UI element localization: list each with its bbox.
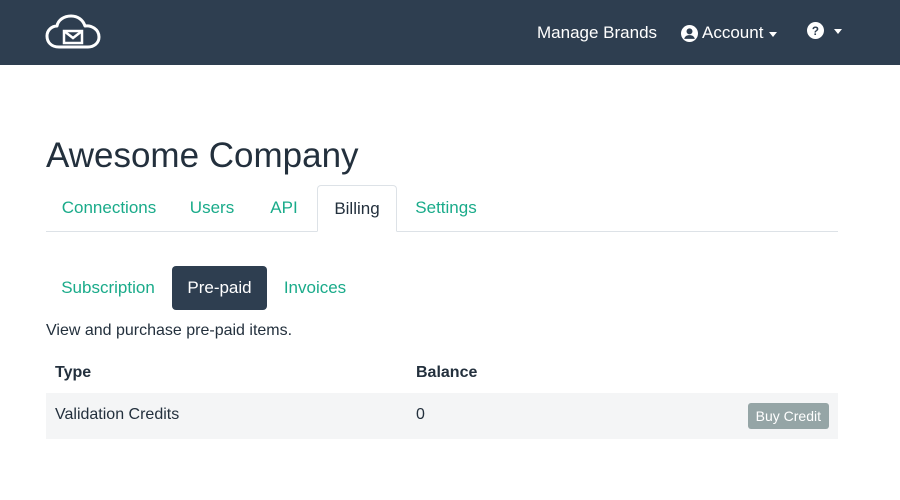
prepaid-description: View and purchase pre-paid items. bbox=[46, 322, 293, 339]
user-circle-icon bbox=[681, 24, 698, 42]
subtab-pre-paid[interactable]: Pre-paid bbox=[172, 266, 267, 310]
cloud-mail-icon[interactable] bbox=[45, 14, 101, 50]
tab-api[interactable]: API bbox=[252, 185, 316, 231]
chevron-down-icon bbox=[769, 31, 778, 37]
table-row: Validation Credits 0 Buy Credit bbox=[46, 393, 838, 439]
manage-brands-label: Manage Brands bbox=[537, 23, 658, 42]
subtab-invoices[interactable]: Invoices bbox=[270, 266, 360, 310]
buy-credit-button[interactable]: Buy Credit bbox=[747, 403, 829, 429]
question-circle-icon: ? bbox=[807, 22, 824, 39]
subtab-subscription[interactable]: Subscription bbox=[46, 266, 170, 310]
row-balance: 0 bbox=[416, 406, 425, 423]
column-header-type: Type bbox=[55, 364, 92, 381]
page-title: Awesome Company bbox=[46, 136, 359, 175]
tab-billing[interactable]: Billing bbox=[317, 185, 397, 232]
row-type: Validation Credits bbox=[55, 406, 180, 423]
tab-connections[interactable]: Connections bbox=[46, 185, 172, 231]
tab-users[interactable]: Users bbox=[174, 185, 250, 231]
account-label: Account bbox=[702, 23, 764, 42]
column-header-balance: Balance bbox=[416, 364, 478, 381]
svg-text:?: ? bbox=[812, 25, 819, 38]
tab-settings[interactable]: Settings bbox=[399, 185, 493, 231]
chevron-down-icon bbox=[834, 29, 842, 34]
top-navbar: Manage Brands Account ? bbox=[0, 0, 900, 65]
help-menu[interactable]: ? bbox=[807, 22, 842, 39]
account-menu[interactable]: Account bbox=[681, 22, 778, 44]
manage-brands-link[interactable]: Manage Brands bbox=[537, 22, 657, 44]
main-tabs: Connections Users API Billing Settings bbox=[46, 185, 838, 232]
